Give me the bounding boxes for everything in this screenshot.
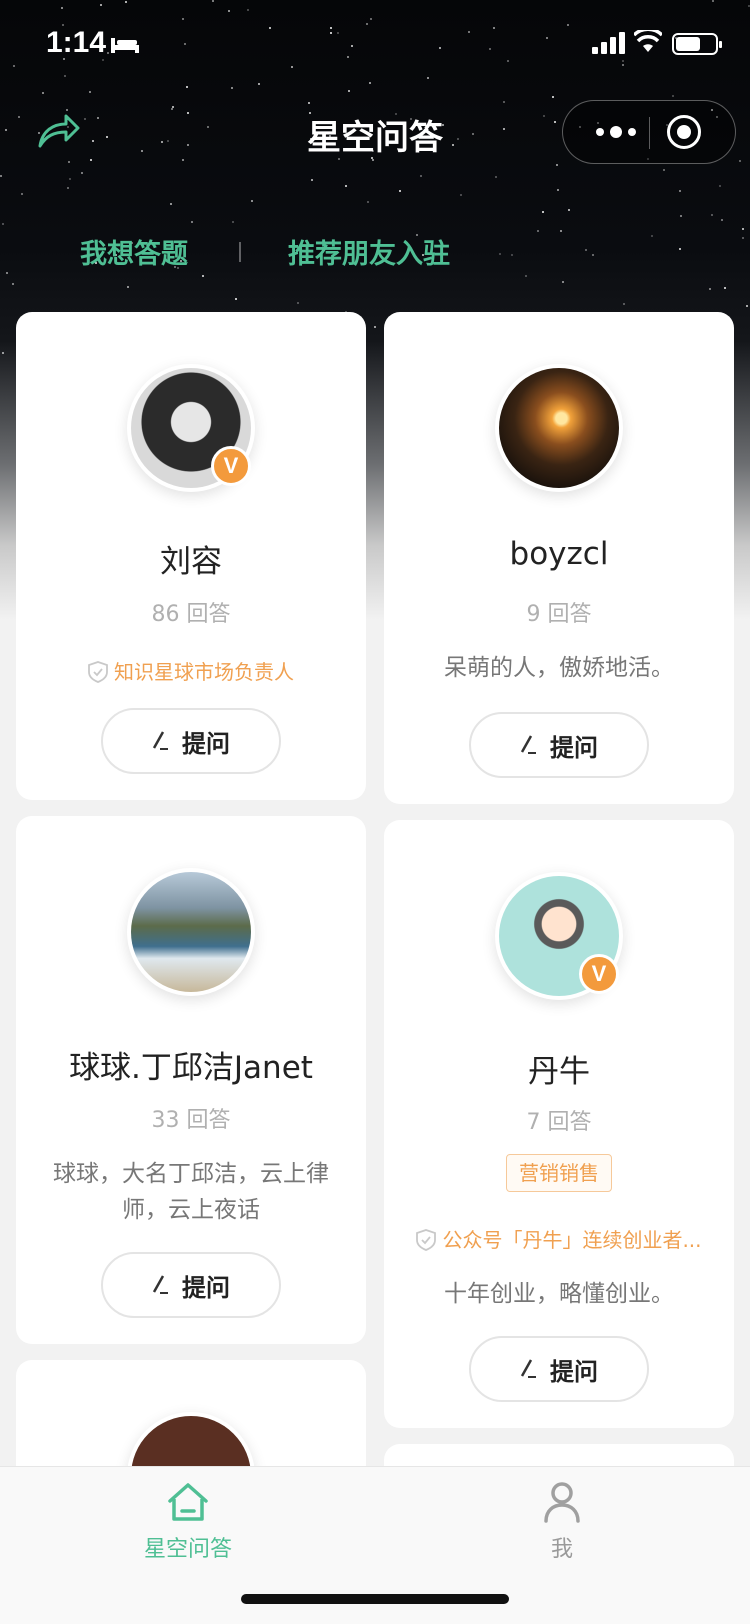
star [557,189,559,191]
expert-card[interactable]: boyzcl 9 回答 呆萌的人，傲娇地活。 提问 [384,312,734,804]
star [12,283,14,285]
avatar: V [495,872,623,1000]
ask-button-label: 提问 [182,1273,230,1302]
certification-text: 公众号「丹牛」连续创业者... [442,1228,702,1252]
more-icon[interactable] [585,101,647,163]
ask-button-label: 提问 [550,1357,598,1386]
star [746,305,748,307]
home-icon [168,1483,208,1521]
wifi-icon [634,30,662,52]
expert-name: 刘容 [160,544,222,580]
nav-bar: 星空问答 [0,90,750,180]
pen-icon [152,1275,168,1294]
certification: 公众号「丹牛」连续创业者... [384,1224,734,1253]
star [679,190,681,192]
status-bar: 1:14 [0,0,750,90]
star [460,194,462,196]
expert-card[interactable]: 球球.丁邱洁Janet 33 回答 球球，大名丁邱洁，云上律师，云上夜话 提问 [16,816,366,1344]
answer-link[interactable]: 我想答题 [80,232,188,271]
expert-name: boyzcl [509,536,609,572]
pen-icon [152,731,168,750]
star [623,303,625,305]
ask-button[interactable]: 提问 [469,712,649,778]
tab-me[interactable]: 我 [482,1479,642,1563]
star [2,223,4,225]
star [568,209,570,211]
star [251,200,253,202]
verified-badge-icon: V [579,954,619,994]
pen-icon [520,1359,536,1378]
star [711,214,713,216]
star [542,211,544,213]
avatar: V [127,364,255,492]
star [2,352,4,354]
status-time: 1:14 [46,26,107,59]
home-indicator [241,1594,509,1604]
star [719,185,721,187]
star [724,287,726,289]
shield-icon [88,661,108,683]
star [562,281,564,283]
mini-program-capsule [562,100,736,164]
star [21,193,23,195]
star [374,326,376,328]
top-links: 我想答题 推荐朋友入驻 [0,226,750,276]
ask-button[interactable]: 提问 [469,1336,649,1402]
shield-icon [416,1229,437,1251]
user-icon [544,1482,580,1523]
certification-text: 知识星球市场负责人 [114,660,294,684]
capsule-divider [649,117,650,149]
star [127,286,129,288]
close-capsule-icon[interactable] [667,115,701,149]
tab-me-label: 我 [550,1537,573,1562]
answer-count: 7 回答 [526,1110,592,1135]
expert-card[interactable]: V 丹牛 7 回答 营销销售 公众号「丹牛」连续创业者... 十年创业，略懂创业… [384,820,734,1428]
link-divider [239,242,241,262]
category-tag: 营销销售 [506,1154,612,1192]
star [399,190,401,192]
expert-name: 球球.丁邱洁Janet [69,1050,313,1086]
verified-badge-icon: V [211,446,251,486]
avatar-image [499,368,619,488]
star [67,187,69,189]
answer-count: 86 回答 [151,602,231,627]
star [709,288,711,290]
answer-count: 33 回答 [151,1108,231,1133]
star [297,302,299,304]
avatar [127,868,255,996]
ask-button[interactable]: 提问 [101,1252,281,1318]
pen-icon [520,735,536,754]
star [721,219,723,221]
tab-home-label: 星空问答 [143,1537,232,1562]
expert-description: 呆萌的人，傲娇地活。 [444,655,674,681]
cellular-signal-icon [592,32,625,54]
star [170,203,172,205]
battery-icon [672,33,722,55]
avatar-image [131,872,251,992]
expert-card[interactable]: V 刘容 86 回答 知识星球市场负责人 提问 [16,312,366,800]
star [232,221,234,223]
expert-description: 球球，大名丁邱洁，云上律师，云上夜话 [53,1161,329,1223]
ask-button[interactable]: 提问 [101,708,281,774]
star [367,201,369,203]
answer-count: 9 回答 [526,602,592,627]
star [345,185,347,187]
ask-button-label: 提问 [550,733,598,762]
tab-home[interactable]: 星空问答 [108,1479,268,1563]
ask-button-label: 提问 [182,729,230,758]
star [235,298,237,300]
star [191,221,193,223]
star [680,215,682,217]
recommend-link[interactable]: 推荐朋友入驻 [288,232,450,271]
sleep-mode-icon [111,38,139,53]
expert-name: 丹牛 [528,1054,590,1090]
avatar [495,364,623,492]
expert-description: 十年创业，略懂创业。 [444,1281,674,1307]
certification: 知识星球市场负责人 [16,656,366,685]
